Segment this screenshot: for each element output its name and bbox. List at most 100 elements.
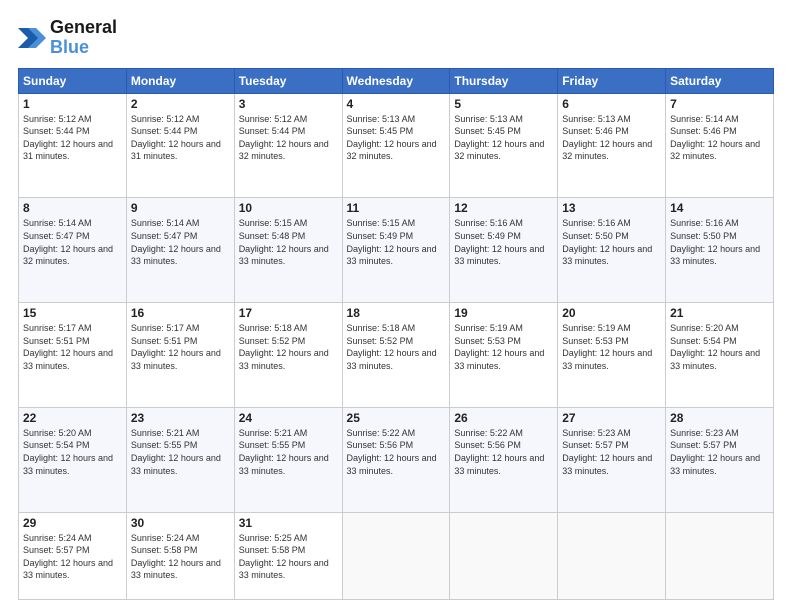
- col-thursday: Thursday: [450, 68, 558, 93]
- day-number: 20: [562, 306, 661, 320]
- day-info: Sunrise: 5:12 AM Sunset: 5:44 PM Dayligh…: [23, 113, 122, 163]
- day-number: 10: [239, 201, 338, 215]
- day-info: Sunrise: 5:14 AM Sunset: 5:46 PM Dayligh…: [670, 113, 769, 163]
- day-info: Sunrise: 5:14 AM Sunset: 5:47 PM Dayligh…: [131, 217, 230, 267]
- calendar-week-4: 22 Sunrise: 5:20 AM Sunset: 5:54 PM Dayl…: [19, 407, 774, 512]
- day-number: 12: [454, 201, 553, 215]
- table-row: 6 Sunrise: 5:13 AM Sunset: 5:46 PM Dayli…: [558, 93, 666, 198]
- table-row: [450, 512, 558, 599]
- day-number: 2: [131, 97, 230, 111]
- day-number: 27: [562, 411, 661, 425]
- day-number: 23: [131, 411, 230, 425]
- table-row: 3 Sunrise: 5:12 AM Sunset: 5:44 PM Dayli…: [234, 93, 342, 198]
- table-row: 1 Sunrise: 5:12 AM Sunset: 5:44 PM Dayli…: [19, 93, 127, 198]
- table-row: 19 Sunrise: 5:19 AM Sunset: 5:53 PM Dayl…: [450, 303, 558, 408]
- table-row: 23 Sunrise: 5:21 AM Sunset: 5:55 PM Dayl…: [126, 407, 234, 512]
- table-row: 24 Sunrise: 5:21 AM Sunset: 5:55 PM Dayl…: [234, 407, 342, 512]
- day-info: Sunrise: 5:24 AM Sunset: 5:57 PM Dayligh…: [23, 532, 122, 582]
- col-saturday: Saturday: [666, 68, 774, 93]
- day-info: Sunrise: 5:20 AM Sunset: 5:54 PM Dayligh…: [23, 427, 122, 477]
- day-info: Sunrise: 5:17 AM Sunset: 5:51 PM Dayligh…: [131, 322, 230, 372]
- day-info: Sunrise: 5:25 AM Sunset: 5:58 PM Dayligh…: [239, 532, 338, 582]
- logo-icon: [18, 24, 46, 52]
- table-row: [666, 512, 774, 599]
- logo: General Blue: [18, 18, 117, 58]
- day-info: Sunrise: 5:20 AM Sunset: 5:54 PM Dayligh…: [670, 322, 769, 372]
- day-info: Sunrise: 5:21 AM Sunset: 5:55 PM Dayligh…: [131, 427, 230, 477]
- day-number: 15: [23, 306, 122, 320]
- table-row: 30 Sunrise: 5:24 AM Sunset: 5:58 PM Dayl…: [126, 512, 234, 599]
- table-row: 28 Sunrise: 5:23 AM Sunset: 5:57 PM Dayl…: [666, 407, 774, 512]
- day-number: 22: [23, 411, 122, 425]
- day-info: Sunrise: 5:19 AM Sunset: 5:53 PM Dayligh…: [562, 322, 661, 372]
- table-row: 22 Sunrise: 5:20 AM Sunset: 5:54 PM Dayl…: [19, 407, 127, 512]
- col-monday: Monday: [126, 68, 234, 93]
- day-info: Sunrise: 5:16 AM Sunset: 5:50 PM Dayligh…: [562, 217, 661, 267]
- day-number: 31: [239, 516, 338, 530]
- table-row: 29 Sunrise: 5:24 AM Sunset: 5:57 PM Dayl…: [19, 512, 127, 599]
- day-info: Sunrise: 5:18 AM Sunset: 5:52 PM Dayligh…: [347, 322, 446, 372]
- day-number: 6: [562, 97, 661, 111]
- day-number: 1: [23, 97, 122, 111]
- calendar-week-1: 1 Sunrise: 5:12 AM Sunset: 5:44 PM Dayli…: [19, 93, 774, 198]
- day-info: Sunrise: 5:16 AM Sunset: 5:49 PM Dayligh…: [454, 217, 553, 267]
- day-info: Sunrise: 5:14 AM Sunset: 5:47 PM Dayligh…: [23, 217, 122, 267]
- day-number: 4: [347, 97, 446, 111]
- table-row: 13 Sunrise: 5:16 AM Sunset: 5:50 PM Dayl…: [558, 198, 666, 303]
- table-row: [558, 512, 666, 599]
- day-number: 17: [239, 306, 338, 320]
- day-number: 25: [347, 411, 446, 425]
- day-number: 9: [131, 201, 230, 215]
- calendar: Sunday Monday Tuesday Wednesday Thursday…: [18, 68, 774, 600]
- table-row: 9 Sunrise: 5:14 AM Sunset: 5:47 PM Dayli…: [126, 198, 234, 303]
- day-number: 3: [239, 97, 338, 111]
- page: General Blue Sunday Monday Tuesday Wedne…: [0, 0, 792, 612]
- table-row: 18 Sunrise: 5:18 AM Sunset: 5:52 PM Dayl…: [342, 303, 450, 408]
- col-friday: Friday: [558, 68, 666, 93]
- day-header-row: Sunday Monday Tuesday Wednesday Thursday…: [19, 68, 774, 93]
- table-row: 25 Sunrise: 5:22 AM Sunset: 5:56 PM Dayl…: [342, 407, 450, 512]
- day-number: 21: [670, 306, 769, 320]
- day-info: Sunrise: 5:15 AM Sunset: 5:48 PM Dayligh…: [239, 217, 338, 267]
- day-info: Sunrise: 5:13 AM Sunset: 5:45 PM Dayligh…: [347, 113, 446, 163]
- table-row: 16 Sunrise: 5:17 AM Sunset: 5:51 PM Dayl…: [126, 303, 234, 408]
- day-number: 28: [670, 411, 769, 425]
- calendar-week-2: 8 Sunrise: 5:14 AM Sunset: 5:47 PM Dayli…: [19, 198, 774, 303]
- col-wednesday: Wednesday: [342, 68, 450, 93]
- table-row: 2 Sunrise: 5:12 AM Sunset: 5:44 PM Dayli…: [126, 93, 234, 198]
- day-number: 18: [347, 306, 446, 320]
- day-number: 13: [562, 201, 661, 215]
- calendar-week-3: 15 Sunrise: 5:17 AM Sunset: 5:51 PM Dayl…: [19, 303, 774, 408]
- table-row: 31 Sunrise: 5:25 AM Sunset: 5:58 PM Dayl…: [234, 512, 342, 599]
- table-row: [342, 512, 450, 599]
- table-row: 10 Sunrise: 5:15 AM Sunset: 5:48 PM Dayl…: [234, 198, 342, 303]
- day-info: Sunrise: 5:24 AM Sunset: 5:58 PM Dayligh…: [131, 532, 230, 582]
- day-number: 26: [454, 411, 553, 425]
- day-info: Sunrise: 5:16 AM Sunset: 5:50 PM Dayligh…: [670, 217, 769, 267]
- table-row: 7 Sunrise: 5:14 AM Sunset: 5:46 PM Dayli…: [666, 93, 774, 198]
- day-number: 14: [670, 201, 769, 215]
- table-row: 4 Sunrise: 5:13 AM Sunset: 5:45 PM Dayli…: [342, 93, 450, 198]
- day-info: Sunrise: 5:12 AM Sunset: 5:44 PM Dayligh…: [131, 113, 230, 163]
- table-row: 8 Sunrise: 5:14 AM Sunset: 5:47 PM Dayli…: [19, 198, 127, 303]
- day-info: Sunrise: 5:12 AM Sunset: 5:44 PM Dayligh…: [239, 113, 338, 163]
- day-info: Sunrise: 5:17 AM Sunset: 5:51 PM Dayligh…: [23, 322, 122, 372]
- day-number: 30: [131, 516, 230, 530]
- calendar-week-5: 29 Sunrise: 5:24 AM Sunset: 5:57 PM Dayl…: [19, 512, 774, 599]
- table-row: 12 Sunrise: 5:16 AM Sunset: 5:49 PM Dayl…: [450, 198, 558, 303]
- col-sunday: Sunday: [19, 68, 127, 93]
- day-info: Sunrise: 5:23 AM Sunset: 5:57 PM Dayligh…: [562, 427, 661, 477]
- table-row: 14 Sunrise: 5:16 AM Sunset: 5:50 PM Dayl…: [666, 198, 774, 303]
- table-row: 15 Sunrise: 5:17 AM Sunset: 5:51 PM Dayl…: [19, 303, 127, 408]
- day-info: Sunrise: 5:15 AM Sunset: 5:49 PM Dayligh…: [347, 217, 446, 267]
- day-info: Sunrise: 5:22 AM Sunset: 5:56 PM Dayligh…: [454, 427, 553, 477]
- day-number: 7: [670, 97, 769, 111]
- table-row: 26 Sunrise: 5:22 AM Sunset: 5:56 PM Dayl…: [450, 407, 558, 512]
- day-info: Sunrise: 5:23 AM Sunset: 5:57 PM Dayligh…: [670, 427, 769, 477]
- logo-text: General Blue: [50, 18, 117, 58]
- day-number: 29: [23, 516, 122, 530]
- table-row: 27 Sunrise: 5:23 AM Sunset: 5:57 PM Dayl…: [558, 407, 666, 512]
- day-number: 11: [347, 201, 446, 215]
- table-row: 20 Sunrise: 5:19 AM Sunset: 5:53 PM Dayl…: [558, 303, 666, 408]
- day-info: Sunrise: 5:19 AM Sunset: 5:53 PM Dayligh…: [454, 322, 553, 372]
